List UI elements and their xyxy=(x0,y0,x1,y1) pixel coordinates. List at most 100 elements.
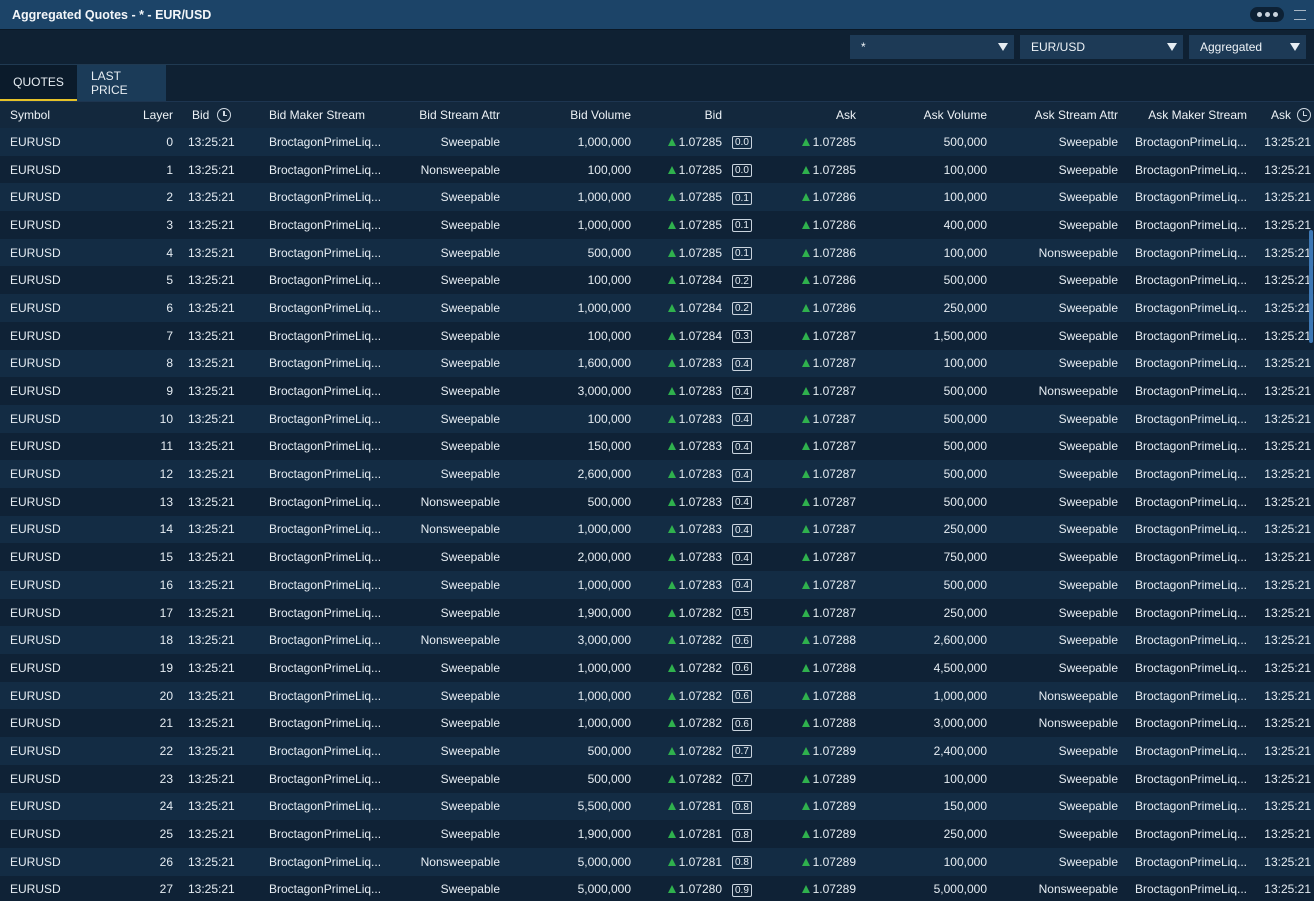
bid-volume-cell: 5,000,000 xyxy=(577,882,631,897)
ask-maker-stream-cell: BroctagonPrimeLiq... xyxy=(1134,633,1247,648)
column-header-ask[interactable]: Ask xyxy=(760,108,856,122)
ask-time-cell: 13:25:21 xyxy=(1264,688,1311,703)
table-row[interactable]: EURUSD 7 13:25:21 BroctagonPrimeLiq... Sweep… xyxy=(0,321,1314,350)
ask-stream-attr-cell: Sweepable xyxy=(1058,660,1118,675)
bid-maker-stream-cell: BroctagonPrimeLiq... xyxy=(269,300,382,315)
bid-time-cell: 13:25:21 xyxy=(188,467,235,482)
bid-volume-cell: 5,000,000 xyxy=(577,854,631,869)
stream-select[interactable]: * xyxy=(850,35,1014,59)
column-header-bid-time[interactable]: Bid xyxy=(174,108,242,122)
table-row[interactable]: EURUSD 6 13:25:21 BroctagonPrimeLiq... Sweep… xyxy=(0,294,1314,322)
ask-volume-cell: 500,000 xyxy=(943,273,987,288)
column-header-ask-time[interactable]: Ask xyxy=(1248,108,1311,122)
bid-time-cell: 13:25:21 xyxy=(188,550,235,565)
column-header-bid[interactable]: Bid xyxy=(631,108,722,122)
triangle-up-icon xyxy=(667,387,676,396)
spread-cell: 0.7 xyxy=(722,771,760,787)
table-row[interactable]: EURUSD 20 13:25:21 BroctagonPrimeLiq... Swee… xyxy=(0,681,1314,710)
table-row[interactable]: EURUSD 27 13:25:21 BroctagonPrimeLiq... Swee… xyxy=(0,875,1314,901)
table-row[interactable]: EURUSD 8 13:25:21 BroctagonPrimeLiq... Sweep… xyxy=(0,349,1314,378)
table-row[interactable]: EURUSD 18 13:25:21 BroctagonPrimeLiq... Nons… xyxy=(0,626,1314,655)
spread-badge: 0.8 xyxy=(732,800,752,814)
triangle-up-icon xyxy=(667,220,676,229)
ask-stream-attr-cell: Sweepable xyxy=(1058,300,1118,315)
mode-select[interactable]: Aggregated xyxy=(1189,35,1306,59)
column-header-symbol[interactable]: Symbol xyxy=(0,108,110,122)
triangle-up-icon xyxy=(667,137,676,146)
table-row[interactable]: EURUSD 21 13:25:21 BroctagonPrimeLiq... Swee… xyxy=(0,709,1314,738)
layer-cell: 12 xyxy=(159,467,173,482)
table-row[interactable]: EURUSD 11 13:25:21 BroctagonPrimeLiq... Swee… xyxy=(0,432,1314,461)
layer-cell: 24 xyxy=(159,799,173,814)
table-row[interactable]: EURUSD 22 13:25:21 BroctagonPrimeLiq... Swee… xyxy=(0,737,1314,765)
table-row[interactable]: EURUSD 0 13:25:21 BroctagonPrimeLiq... Sweep… xyxy=(0,128,1314,156)
table-row[interactable]: EURUSD 26 13:25:21 BroctagonPrimeLiq... Nons… xyxy=(0,847,1314,876)
ask-volume-cell: 400,000 xyxy=(943,217,987,232)
table-row[interactable]: EURUSD 12 13:25:21 BroctagonPrimeLiq... Swee… xyxy=(0,460,1314,488)
ask-maker-stream-cell: BroctagonPrimeLiq... xyxy=(1134,550,1247,565)
table-row[interactable]: EURUSD 14 13:25:21 BroctagonPrimeLiq... Nons… xyxy=(0,515,1314,544)
table-row[interactable]: EURUSD 19 13:25:21 BroctagonPrimeLiq... Swee… xyxy=(0,654,1314,682)
table-row[interactable]: EURUSD 24 13:25:21 BroctagonPrimeLiq... Swee… xyxy=(0,792,1314,821)
ask-stream-attr-cell: Sweepable xyxy=(1058,356,1118,371)
table-row[interactable]: EURUSD 15 13:25:21 BroctagonPrimeLiq... Swee… xyxy=(0,543,1314,571)
bid-volume-cell: 100,000 xyxy=(587,328,631,343)
table-row[interactable]: EURUSD 23 13:25:21 BroctagonPrimeLiq... Swee… xyxy=(0,764,1314,793)
layer-cell: 2 xyxy=(166,190,173,205)
spread-cell: 0.1 xyxy=(722,245,760,261)
column-header-bid-maker-stream[interactable]: Bid Maker Stream xyxy=(242,108,387,122)
ask-price: 1.07287 xyxy=(812,577,856,592)
bid-price: 1.07282 xyxy=(678,660,722,675)
table-row[interactable]: EURUSD 13 13:25:21 BroctagonPrimeLiq... Nons… xyxy=(0,487,1314,516)
more-icon[interactable] xyxy=(1250,7,1284,22)
column-header-bid-volume[interactable]: Bid Volume xyxy=(500,108,631,122)
bid-price: 1.07281 xyxy=(678,799,722,814)
symbol-cell: EURUSD xyxy=(10,245,61,260)
ask-maker-stream-cell: BroctagonPrimeLiq... xyxy=(1134,190,1247,205)
bid-price: 1.07285 xyxy=(678,245,722,260)
bid-maker-stream-cell: BroctagonPrimeLiq... xyxy=(269,356,382,371)
ask-price: 1.07288 xyxy=(812,716,856,731)
bid-maker-stream-cell: BroctagonPrimeLiq... xyxy=(269,827,382,842)
column-header-layer[interactable]: Layer xyxy=(110,108,174,122)
ask-volume-cell: 100,000 xyxy=(943,771,987,786)
column-header-ask-stream-attr[interactable]: Ask Stream Attr xyxy=(987,108,1118,122)
vertical-scrollbar[interactable] xyxy=(1309,230,1313,343)
menu-icon[interactable] xyxy=(1294,9,1306,20)
triangle-up-icon xyxy=(667,774,676,783)
symbol-cell: EURUSD xyxy=(10,827,61,842)
table-row[interactable]: EURUSD 25 13:25:21 BroctagonPrimeLiq... Swee… xyxy=(0,820,1314,848)
table-row[interactable]: EURUSD 17 13:25:21 BroctagonPrimeLiq... Swee… xyxy=(0,598,1314,627)
ask-maker-stream-cell: BroctagonPrimeLiq... xyxy=(1134,577,1247,592)
table-row[interactable]: EURUSD 5 13:25:21 BroctagonPrimeLiq... Sweep… xyxy=(0,266,1314,295)
bid-volume-cell: 1,000,000 xyxy=(577,660,631,675)
table-row[interactable]: EURUSD 2 13:25:21 BroctagonPrimeLiq... Sweep… xyxy=(0,183,1314,212)
ask-maker-stream-cell: BroctagonPrimeLiq... xyxy=(1134,300,1247,315)
column-header-ask-volume[interactable]: Ask Volume xyxy=(856,108,987,122)
tab-last-price[interactable]: LAST PRICE xyxy=(77,65,166,101)
symbol-select[interactable]: EUR/USD xyxy=(1020,35,1183,59)
ask-volume-cell: 100,000 xyxy=(943,190,987,205)
table-row[interactable]: EURUSD 4 13:25:21 BroctagonPrimeLiq... Sweep… xyxy=(0,238,1314,267)
clock-icon xyxy=(217,108,232,122)
table-row[interactable]: EURUSD 3 13:25:21 BroctagonPrimeLiq... Sweep… xyxy=(0,211,1314,239)
spread-cell: 0.2 xyxy=(722,300,760,316)
table-row[interactable]: EURUSD 10 13:25:21 BroctagonPrimeLiq... Swee… xyxy=(0,404,1314,433)
tab-quotes[interactable]: QUOTES xyxy=(0,65,77,101)
table-row[interactable]: EURUSD 16 13:25:21 BroctagonPrimeLiq... Swee… xyxy=(0,571,1314,599)
table-row[interactable]: EURUSD 1 13:25:21 BroctagonPrimeLiq... Nonsw… xyxy=(0,155,1314,184)
symbol-cell: EURUSD xyxy=(10,217,61,232)
triangle-up-icon xyxy=(801,691,810,700)
bid-price-cell: 1.07285 xyxy=(631,246,722,260)
bid-time-cell: 13:25:21 xyxy=(188,300,235,315)
bid-stream-attr-cell: Sweepable xyxy=(440,439,500,454)
layer-cell: 8 xyxy=(166,356,173,371)
column-header-ask-maker-stream[interactable]: Ask Maker Stream xyxy=(1118,108,1248,122)
ask-price: 1.07287 xyxy=(812,494,856,509)
table-row[interactable]: EURUSD 9 13:25:21 BroctagonPrimeLiq... Sweep… xyxy=(0,377,1314,405)
triangle-up-icon xyxy=(801,830,810,839)
column-header-bid-stream-attr[interactable]: Bid Stream Attr xyxy=(387,108,500,122)
bid-maker-stream-cell: BroctagonPrimeLiq... xyxy=(269,245,382,260)
bid-maker-stream-cell: BroctagonPrimeLiq... xyxy=(269,328,382,343)
ask-time-cell: 13:25:21 xyxy=(1264,827,1311,842)
